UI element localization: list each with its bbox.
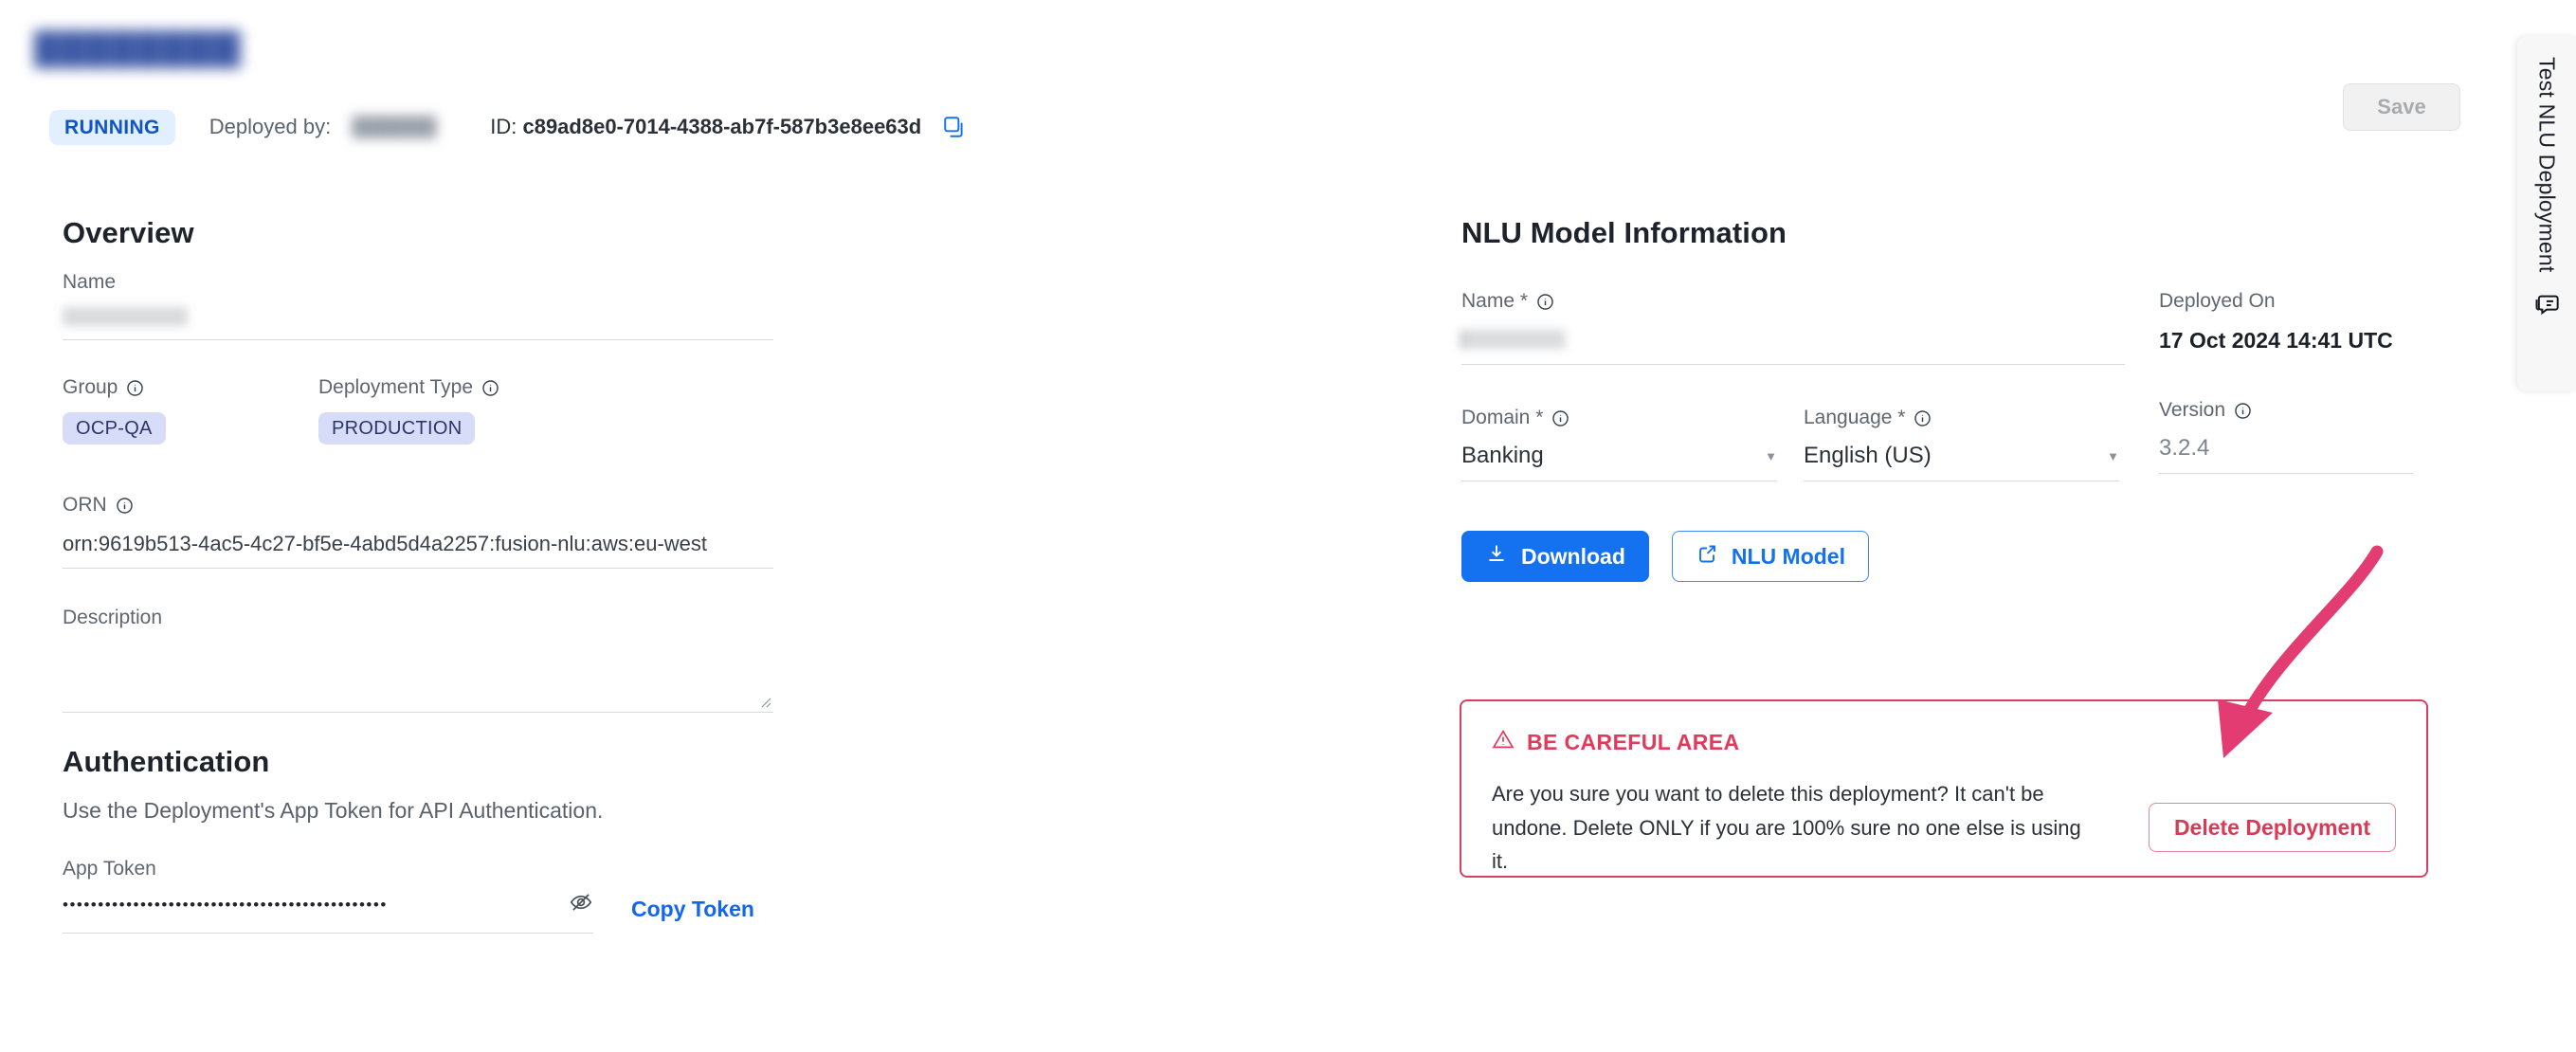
app-token-row: ••••••••••••••••••••••••••••••••••••••••… (63, 890, 773, 934)
deployment-detail-page: █████████ RUNNING Deployed by: ██████ ID… (0, 0, 2576, 1052)
deployment-id-value: c89ad8e0-7014-4388-ab7f-587b3e8ee63d (522, 115, 922, 138)
warning-triangle-icon (1492, 728, 1515, 756)
nlu-action-buttons: Download NLU Model (1461, 531, 2428, 582)
group-label: Group (63, 376, 118, 398)
danger-zone-text: Are you sure you want to delete this dep… (1492, 782, 2081, 874)
version-label-wrap: Version (2159, 399, 2415, 422)
test-nlu-deployment-tab[interactable]: Test NLU Deployment (2517, 36, 2576, 391)
nlu-model-button[interactable]: NLU Model (1671, 531, 1869, 582)
info-icon[interactable] (1551, 409, 1569, 427)
danger-zone-heading: BE CAREFUL AREA (1527, 729, 1740, 754)
status-badge: RUNNING (49, 109, 175, 145)
deployment-type-label: Deployment Type (318, 376, 474, 398)
domain-value: Banking (1461, 443, 1544, 468)
copy-id-icon[interactable] (942, 115, 967, 139)
nlu-model-section: NLU Model Information Name * Domain * Ba… (1461, 216, 2428, 582)
domain-field: Domain * Banking ▼ (1461, 407, 1777, 481)
group-chip: OCP-QA (63, 412, 166, 444)
save-button[interactable]: Save (2343, 83, 2460, 131)
language-value: English (US) (1804, 443, 1932, 468)
orn-label: ORN (63, 494, 107, 516)
deployment-type-label-wrap: Deployment Type (318, 376, 574, 399)
orn-value[interactable]: orn:9619b513-4ac5-4c27-bf5e-4abd5d4a2257… (63, 532, 773, 569)
download-button[interactable]: Download (1461, 531, 1649, 582)
deployment-id-prefix: ID: (490, 115, 517, 138)
overview-heading: Overview (63, 216, 194, 249)
nlu-name-value (1461, 330, 1566, 349)
nlu-name-input[interactable] (1461, 330, 2125, 365)
version-label: Version (2159, 399, 2226, 421)
overview-name-field[interactable]: Name (63, 271, 773, 340)
language-label-wrap: Language * (1804, 407, 2119, 429)
overview-section: Overview Name Group OCP-QA Deployment Ty… (63, 216, 773, 934)
download-button-label: Download (1521, 543, 1625, 569)
orn-field: ORN orn:9619b513-4ac5-4c27-bf5e-4abd5d4a… (63, 494, 773, 569)
external-link-icon (1696, 542, 1718, 571)
authentication-heading: Authentication (63, 745, 270, 778)
chat-test-icon (2533, 292, 2560, 323)
nlu-model-button-label: NLU Model (1731, 543, 1845, 569)
version-value: 3.2.4 (2159, 435, 2413, 474)
info-icon[interactable] (126, 379, 144, 397)
overview-name-value (63, 307, 188, 326)
nlu-model-heading: NLU Model Information (1461, 216, 1787, 249)
authentication-subtitle: Use the Deployment's App Token for API A… (63, 798, 604, 823)
danger-zone-heading-row: BE CAREFUL AREA (1492, 728, 2396, 756)
chevron-down-icon: ▼ (2107, 448, 2119, 463)
test-nlu-deployment-tab-label: Test NLU Deployment (2534, 57, 2560, 273)
language-field: Language * English (US) ▼ (1804, 407, 2119, 481)
app-token-label: App Token (63, 858, 156, 880)
danger-zone-panel: BE CAREFUL AREA Are you sure you want to… (1460, 699, 2428, 878)
orn-label-wrap: ORN (63, 494, 773, 517)
deployment-type-field: Deployment Type PRODUCTION (318, 376, 574, 444)
nlu-model-left-col: Name * Domain * Banking ▼ Language * Eng… (1461, 290, 2146, 481)
nlu-model-grid: Name * Domain * Banking ▼ Language * Eng… (1461, 290, 2428, 481)
language-select[interactable]: English (US) ▼ (1804, 443, 2119, 481)
deployed-by-value: ██████ (352, 116, 437, 137)
info-icon[interactable] (1914, 409, 1932, 427)
nlu-name-label: Name * (1461, 290, 1529, 312)
chevron-down-icon: ▼ (1765, 448, 1777, 463)
info-icon[interactable] (2234, 402, 2252, 420)
group-label-wrap: Group (63, 376, 318, 399)
info-icon[interactable] (481, 379, 499, 397)
nlu-name-label-wrap: Name * (1461, 290, 2146, 313)
description-textarea[interactable] (63, 644, 773, 713)
app-token-masked-value: ••••••••••••••••••••••••••••••••••••••••… (63, 897, 388, 913)
page-title: █████████ (34, 30, 241, 68)
deployment-id: ID: c89ad8e0-7014-4388-ab7f-587b3e8ee63d (490, 115, 921, 139)
deployed-on-value: 17 Oct 2024 14:41 UTC (2159, 328, 2393, 353)
deployed-on-label: Deployed On (2159, 290, 2276, 312)
nlu-model-right-col: Deployed On 17 Oct 2024 14:41 UTC Versio… (2159, 290, 2415, 481)
deployment-meta-row: RUNNING Deployed by: ██████ ID: c89ad8e0… (49, 108, 967, 146)
group-field: Group OCP-QA (63, 376, 318, 444)
overview-name-label: Name (63, 271, 117, 293)
language-label: Language * (1804, 407, 1906, 428)
domain-select[interactable]: Banking ▼ (1461, 443, 1777, 481)
resize-handle-icon[interactable] (758, 695, 771, 708)
info-icon[interactable] (116, 497, 134, 515)
domain-label: Domain * (1461, 407, 1544, 428)
deployed-by-label: Deployed by: (209, 115, 332, 138)
download-icon (1485, 542, 1508, 571)
copy-token-button[interactable]: Copy Token (631, 897, 754, 934)
description-field: Description (63, 607, 773, 713)
overview-tags-row: Group OCP-QA Deployment Type PRODUCTION (63, 376, 773, 444)
domain-label-wrap: Domain * (1461, 407, 1777, 429)
danger-zone-body: Are you sure you want to delete this dep… (1492, 777, 2396, 879)
eye-off-icon[interactable] (569, 890, 593, 919)
app-token-input[interactable]: ••••••••••••••••••••••••••••••••••••••••… (63, 890, 593, 934)
delete-deployment-button[interactable]: Delete Deployment (2148, 803, 2396, 853)
description-label: Description (63, 607, 163, 628)
nlu-selects-row: Domain * Banking ▼ Language * English (U… (1461, 407, 2146, 481)
info-icon[interactable] (1536, 293, 1554, 311)
deployment-type-chip: PRODUCTION (318, 412, 476, 444)
